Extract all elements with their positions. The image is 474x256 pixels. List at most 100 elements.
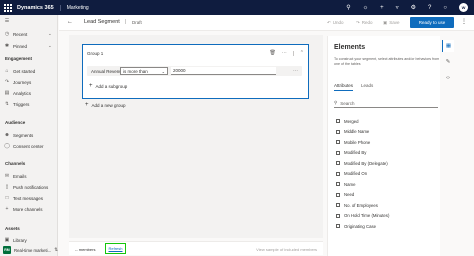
sidebar-item-get-started[interactable]: ⌂ Get started [4, 68, 35, 74]
sidebar-item-consent-center[interactable]: ◯ Consent center [4, 143, 44, 149]
list-item[interactable]: On Hold Time (Minutes) [336, 211, 436, 222]
add-subgroup-button[interactable]: + Add a subgroup [89, 83, 127, 89]
list-item[interactable]: Modified On [336, 169, 436, 180]
top-nav-icons: ⚲ ☼ + ▿ ⚙ ? ○ W [346, 0, 468, 15]
attribute-icon [336, 213, 340, 218]
page-title: Lead Segment [84, 19, 120, 25]
redo-button[interactable]: ↷ Redo [356, 20, 373, 26]
attribute-label: Mobile Phone [344, 139, 371, 145]
top-nav-bar: Dynamics 365 Marketing ⚲ ☼ + ▿ ⚙ ? ○ W [0, 0, 474, 15]
condition-value-input[interactable]: 20000 [171, 67, 276, 75]
list-item[interactable]: Mobile Phone [336, 137, 436, 148]
sidebar-item-push-notifications[interactable]: ▯ Push notifications [4, 184, 49, 190]
sidebar-item-label: Recent [13, 31, 28, 37]
save-button[interactable]: ▣ Save [383, 20, 400, 26]
code-panel-button[interactable]: ‹› [442, 72, 454, 84]
sidebar-item-text-messages[interactable]: □ Text messages [4, 195, 43, 201]
sidebar-item-emails[interactable]: ✉ Emails [4, 173, 27, 179]
refresh-link[interactable]: Refresh [105, 243, 126, 254]
condition-group[interactable]: Group 1 🗑 ⋯ ⌃ Annual Revenue is more tha… [82, 44, 309, 99]
undo-label: Undo [332, 20, 344, 25]
sidebar-item-library[interactable]: ▣ Library [4, 237, 27, 243]
attribute-icon [336, 192, 340, 197]
user-avatar[interactable]: W [459, 3, 468, 12]
section-heading-assets: Assets [5, 226, 20, 231]
ready-to-use-button[interactable]: Ready to use [410, 17, 454, 28]
undo-button[interactable]: ↶ Undo [327, 20, 344, 26]
sidebar-item-journeys[interactable]: ↷ Journeys [4, 79, 31, 85]
attribute-label: Modified By [344, 150, 367, 156]
back-arrow-icon[interactable]: ← [67, 19, 73, 25]
app-launcher-icon[interactable] [0, 0, 15, 15]
attribute-icon [336, 161, 340, 166]
list-item[interactable]: No. of Employees [336, 200, 436, 211]
chevron-down-icon[interactable]: ⌄ [48, 31, 52, 37]
hamburger-menu-icon[interactable]: ☰ [4, 18, 10, 24]
attribute-icon [336, 171, 340, 176]
group-toolbar: 🗑 ⋯ ⌃ [269, 50, 304, 56]
sidebar-item-triggers[interactable]: ↯ Triggers [4, 101, 29, 107]
app-name[interactable]: Marketing [67, 5, 89, 11]
condition-row: Annual Revenue is more than ⌄ 20000 ⋯ [87, 66, 302, 76]
area-label: Real-time marketi... [13, 247, 52, 253]
chevron-down-icon[interactable]: ⌄ [48, 43, 52, 49]
add-icon[interactable]: + [380, 5, 384, 11]
members-count: -- members [75, 247, 96, 252]
clock-icon: ◷ [4, 31, 10, 37]
attribute-label: On Hold Time (Minutes) [344, 213, 390, 219]
elements-panel-button[interactable]: ▦ [442, 40, 454, 52]
tab-attributes[interactable]: Attributes [334, 83, 354, 91]
attribute-icon [336, 150, 340, 155]
sidebar-item-label: Consent center [13, 143, 44, 149]
chevron-up-icon[interactable]: ⌃ [300, 50, 304, 56]
brand-name[interactable]: Dynamics 365 [17, 4, 61, 11]
list-item[interactable]: Middle Name [336, 127, 436, 138]
list-item[interactable]: Merged [336, 116, 436, 127]
sidebar-item-analytics[interactable]: ▤ Analytics [4, 90, 31, 96]
list-item[interactable]: Modified By (Delegate) [336, 158, 436, 169]
lightbulb-icon[interactable]: ☼ [363, 5, 369, 11]
sidebar-item-recent[interactable]: ◷ Recent [4, 31, 27, 37]
operator-dropdown[interactable]: is more than ⌄ [120, 67, 168, 75]
search-icon[interactable]: ⚲ [346, 4, 350, 11]
phone-icon: ▯ [5, 184, 9, 190]
settings-icon[interactable]: ⚙ [411, 4, 416, 11]
attribute-icon [336, 129, 340, 134]
section-heading-engagement: Engagement [5, 56, 33, 61]
attribute-icon [336, 224, 340, 229]
sidebar-item-more-channels[interactable]: + More channels [4, 206, 43, 212]
journey-icon: ↷ [4, 79, 10, 85]
sidebar-item-label: Get started [13, 68, 36, 74]
help-icon[interactable]: ? [428, 5, 431, 11]
status-label: Draft [132, 19, 142, 25]
properties-panel-button[interactable]: ✎ [442, 56, 454, 68]
command-bar: ← Lead Segment | Draft ↶ Undo ↷ Redo ▣ Save… [59, 15, 474, 31]
assist-icon[interactable]: ○ [443, 5, 447, 11]
title-separator: | [125, 19, 127, 25]
area-switcher[interactable]: RM Real-time marketi... ⇅ [0, 244, 58, 256]
more-options-icon[interactable]: ⋮ [461, 18, 467, 25]
mail-icon: ✉ [4, 173, 10, 179]
list-item[interactable]: Modified By [336, 148, 436, 159]
sidebar-item-segments[interactable]: ☻ Segments [4, 132, 33, 138]
sidebar-item-label: Emails [13, 173, 27, 179]
filter-icon[interactable]: ▿ [396, 4, 399, 11]
list-item[interactable]: Originating Case [336, 221, 436, 232]
sidebar-item-label: Text messages [13, 195, 44, 201]
more-options-icon[interactable]: ⋯ [282, 50, 287, 56]
right-tool-rail: ▦ ✎ ‹› [440, 36, 474, 256]
attribute-label: Name [344, 181, 356, 187]
delete-condition-icon[interactable]: ⋯ [293, 68, 298, 74]
list-item[interactable]: Name [336, 179, 436, 190]
search-input[interactable]: ⚲ Search [334, 99, 438, 108]
list-item[interactable]: Need [336, 190, 436, 201]
tab-leads[interactable]: Leads [361, 83, 373, 91]
attribute-icon [336, 182, 340, 187]
add-new-group-button[interactable]: + Add a new group [85, 102, 126, 108]
image-icon: ▣ [4, 237, 10, 243]
plus-icon: + [5, 206, 9, 212]
view-sample-link[interactable]: View sample of included members [256, 247, 317, 252]
sidebar-item-pinned[interactable]: ✱ Pinned [4, 43, 27, 49]
segment-builder-canvas: Group 1 🗑 ⋯ ⌃ Annual Revenue is more tha… [69, 35, 323, 238]
delete-icon[interactable]: 🗑 [269, 50, 275, 56]
